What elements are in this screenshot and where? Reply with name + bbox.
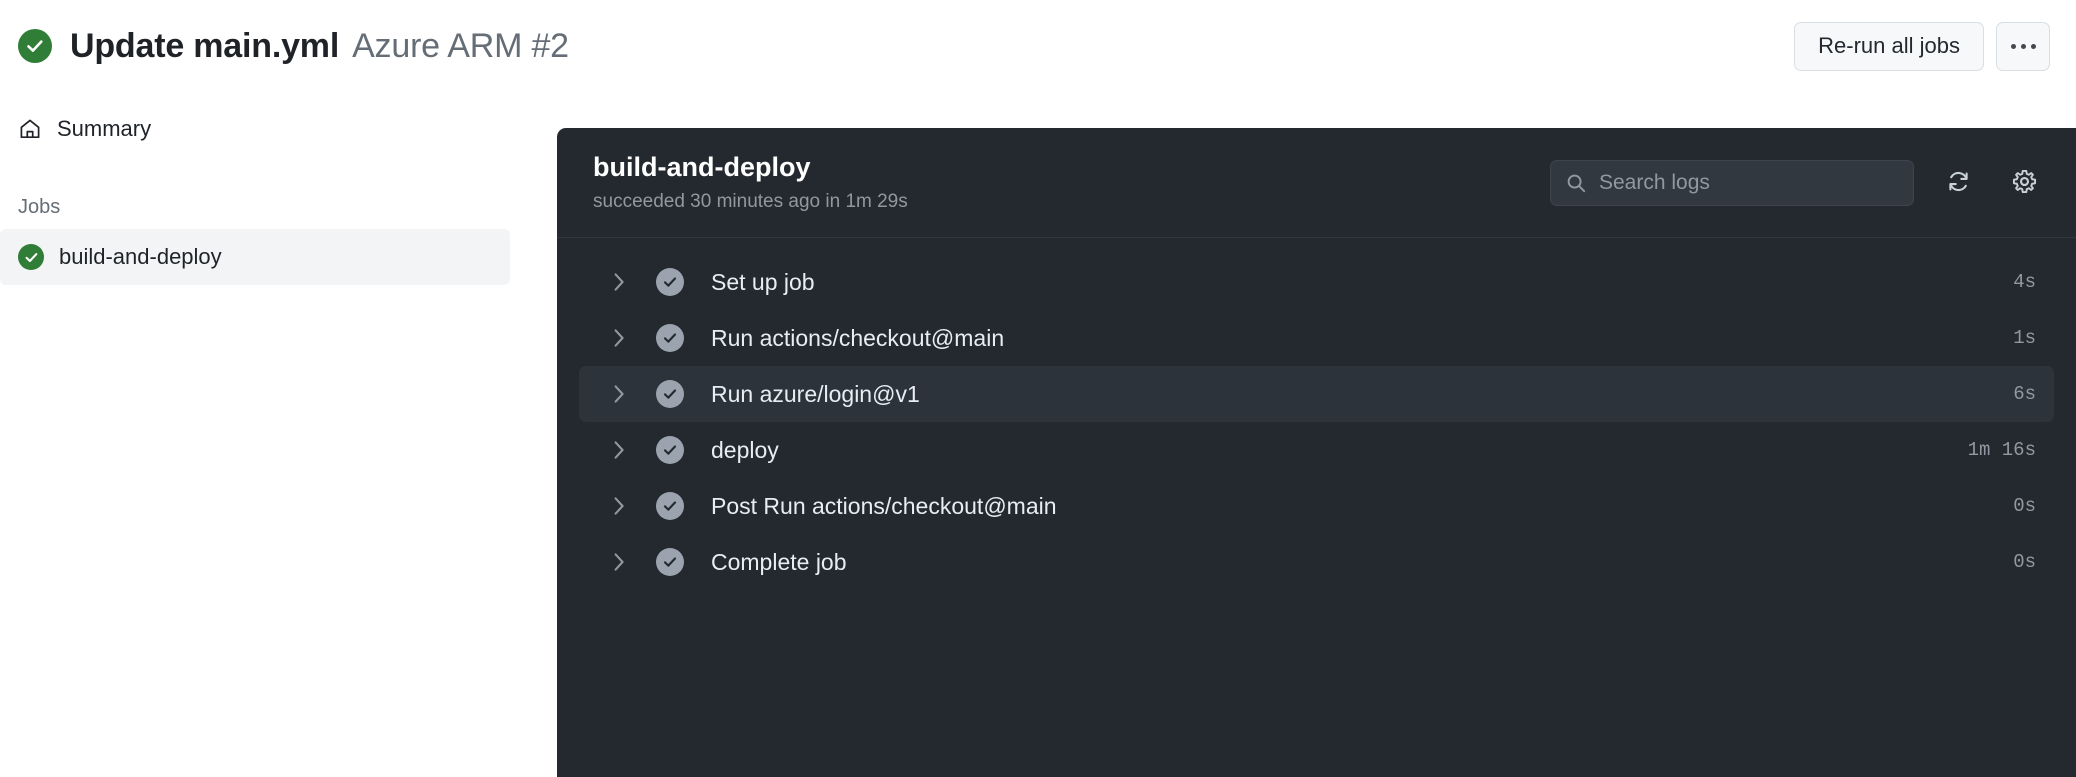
chevron-right-icon[interactable] xyxy=(609,551,629,573)
step-row[interactable]: Run azure/login@v1 6s xyxy=(579,366,2054,422)
home-icon xyxy=(18,117,42,141)
job-name: build-and-deploy xyxy=(593,151,908,183)
search-icon xyxy=(1565,172,1587,194)
job-status-summary: succeeded 30 minutes ago in 1m 29s xyxy=(593,191,908,214)
gear-icon xyxy=(2011,168,2038,198)
search-logs-input[interactable] xyxy=(1599,171,1899,195)
sidebar-item-summary-label: Summary xyxy=(57,116,151,142)
sidebar: Summary Jobs build-and-deploy xyxy=(0,92,520,777)
header-actions: Re-run all jobs xyxy=(1794,22,2050,71)
step-status-success-icon xyxy=(656,492,684,520)
chevron-right-icon[interactable] xyxy=(609,383,629,405)
step-name: Post Run actions/checkout@main xyxy=(711,493,1057,520)
step-row[interactable]: Complete job 0s xyxy=(579,534,2054,590)
chevron-right-icon[interactable] xyxy=(609,271,629,293)
sidebar-section-jobs-label: Jobs xyxy=(0,196,520,219)
job-header-text: build-and-deploy succeeded 30 minutes ag… xyxy=(593,151,908,213)
step-name: Set up job xyxy=(711,269,815,296)
rerun-all-jobs-button[interactable]: Re-run all jobs xyxy=(1794,22,1984,71)
step-name: Complete job xyxy=(711,549,847,576)
step-name: Run azure/login@v1 xyxy=(711,381,920,408)
step-duration: 0s xyxy=(2013,551,2036,573)
step-name: deploy xyxy=(711,437,779,464)
step-duration: 1s xyxy=(2013,327,2036,349)
step-duration: 6s xyxy=(2013,383,2036,405)
chevron-right-icon[interactable] xyxy=(609,327,629,349)
refresh-logs-button[interactable] xyxy=(1936,161,1980,205)
step-row[interactable]: Run actions/checkout@main 1s xyxy=(579,310,2054,366)
sidebar-item-summary[interactable]: Summary xyxy=(0,107,510,151)
chevron-right-icon[interactable] xyxy=(609,495,629,517)
step-row[interactable]: Post Run actions/checkout@main 0s xyxy=(579,478,2054,534)
job-steps-list: Set up job 4s Run actions/checkout@main … xyxy=(557,238,2076,590)
check-circle-success-icon xyxy=(18,29,52,63)
step-status-success-icon xyxy=(656,268,684,296)
job-log-panel: build-and-deploy succeeded 30 minutes ag… xyxy=(557,128,2076,777)
page-title: Update main.yml Azure ARM #2 xyxy=(70,27,569,66)
workflow-run-name: Azure ARM #2 xyxy=(352,27,569,66)
step-duration: 1m 16s xyxy=(1968,439,2036,461)
sidebar-item-build-and-deploy-label: build-and-deploy xyxy=(59,244,222,270)
page-header: Update main.yml Azure ARM #2 Re-run all … xyxy=(0,0,2076,92)
job-status-success-icon xyxy=(18,244,44,270)
step-status-success-icon xyxy=(656,548,684,576)
sidebar-item-build-and-deploy[interactable]: build-and-deploy xyxy=(0,229,510,285)
step-name: Run actions/checkout@main xyxy=(711,325,1004,352)
more-options-button[interactable] xyxy=(1996,22,2050,71)
kebab-menu-icon xyxy=(2011,44,2036,49)
step-status-success-icon xyxy=(656,436,684,464)
chevron-right-icon[interactable] xyxy=(609,439,629,461)
search-logs-box[interactable] xyxy=(1550,160,1914,206)
log-settings-button[interactable] xyxy=(2002,161,2046,205)
step-duration: 0s xyxy=(2013,495,2036,517)
step-status-success-icon xyxy=(656,380,684,408)
step-row[interactable]: deploy 1m 16s xyxy=(579,422,2054,478)
step-duration: 4s xyxy=(2013,271,2036,293)
page-title-text: Update main.yml xyxy=(70,27,339,66)
step-status-success-icon xyxy=(656,324,684,352)
job-log-controls xyxy=(1550,160,2046,206)
sync-refresh-icon xyxy=(1945,168,1972,198)
job-log-header: build-and-deploy succeeded 30 minutes ag… xyxy=(557,128,2076,238)
step-row[interactable]: Set up job 4s xyxy=(579,254,2054,310)
